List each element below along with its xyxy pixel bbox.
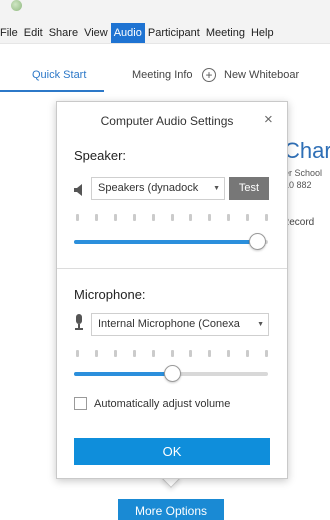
tab-bar: Quick Start Meeting Info + New Whiteboar (0, 58, 330, 92)
level-dot (151, 350, 155, 357)
app-logo-icon (11, 0, 22, 11)
microphone-icon (75, 314, 83, 330)
menu-file[interactable]: File (0, 23, 21, 43)
microphone-label: Microphone: (74, 287, 146, 302)
tab-quick-start[interactable]: Quick Start (32, 58, 86, 92)
meeting-host-text: er School (284, 168, 323, 178)
level-dot (170, 214, 174, 221)
speaker-device-value: Speakers (dynadock (98, 182, 199, 194)
level-dot (94, 350, 98, 357)
level-dot (227, 214, 231, 221)
level-dot (208, 350, 212, 357)
level-dot (151, 214, 155, 221)
level-dot (265, 214, 268, 221)
tab-meeting-info[interactable]: Meeting Info (132, 58, 193, 92)
level-dot (132, 350, 136, 357)
chevron-down-icon: ▼ (213, 185, 220, 192)
microphone-device-value: Internal Microphone (Conexa (98, 318, 240, 330)
microphone-volume-fill (74, 372, 173, 376)
plus-circle-icon[interactable]: + (202, 68, 216, 82)
meeting-number-text: 10 882 (284, 180, 312, 190)
speaker-level-meter (76, 214, 268, 222)
level-dot (76, 214, 79, 221)
speaker-volume-thumb[interactable] (249, 233, 267, 250)
level-dot (189, 350, 193, 357)
speaker-icon (74, 184, 82, 196)
speaker-volume-fill (74, 240, 259, 244)
microphone-volume-thumb[interactable] (163, 365, 181, 382)
speaker-label: Speaker: (74, 148, 127, 163)
microphone-volume-slider[interactable] (74, 365, 268, 382)
more-options-button[interactable]: More Options (118, 499, 224, 520)
menu-share[interactable]: Share (46, 23, 81, 43)
menu-audio[interactable]: Audio (110, 23, 145, 43)
microphone-level-meter (76, 350, 268, 358)
level-dot (246, 214, 250, 221)
menu-meeting[interactable]: Meeting (203, 23, 248, 43)
level-dot (76, 350, 79, 357)
menu-view[interactable]: View (81, 23, 111, 43)
level-dot (208, 214, 212, 221)
menu-participant[interactable]: Participant (145, 23, 203, 43)
auto-adjust-label[interactable]: Automatically adjust volume (94, 398, 230, 410)
dialog-title: Computer Audio Settings (100, 114, 234, 128)
ok-button[interactable]: OK (74, 438, 270, 465)
microphone-device-select[interactable]: Internal Microphone (Conexa ▼ (91, 313, 269, 336)
level-dot (189, 214, 193, 221)
auto-adjust-checkbox[interactable] (74, 397, 87, 410)
test-speaker-button[interactable]: Test (229, 177, 269, 200)
level-dot (265, 350, 268, 357)
level-dot (94, 214, 98, 221)
title-strip (0, 0, 330, 22)
menu-bar: File Edit Share View Audio Participant Meeting… (0, 22, 330, 44)
section-divider (57, 268, 287, 269)
level-dot (227, 350, 231, 357)
level-dot (246, 350, 250, 357)
menu-edit[interactable]: Edit (21, 23, 46, 43)
meeting-title-heading: Chart (284, 138, 330, 163)
tab-new-whiteboard[interactable]: New Whiteboar (224, 58, 299, 92)
speaker-device-select[interactable]: Speakers (dynadock ▼ (91, 177, 225, 200)
speaker-volume-slider[interactable] (74, 233, 268, 250)
chevron-down-icon: ▼ (257, 321, 264, 328)
menu-help[interactable]: Help (248, 23, 277, 43)
level-dot (170, 350, 174, 357)
level-dot (132, 214, 136, 221)
audio-settings-dialog: Computer Audio Settings × Speaker: Speak… (56, 101, 288, 479)
close-icon[interactable]: × (264, 112, 273, 127)
level-dot (113, 350, 117, 357)
level-dot (113, 214, 117, 221)
tab-active-indicator (0, 90, 104, 92)
